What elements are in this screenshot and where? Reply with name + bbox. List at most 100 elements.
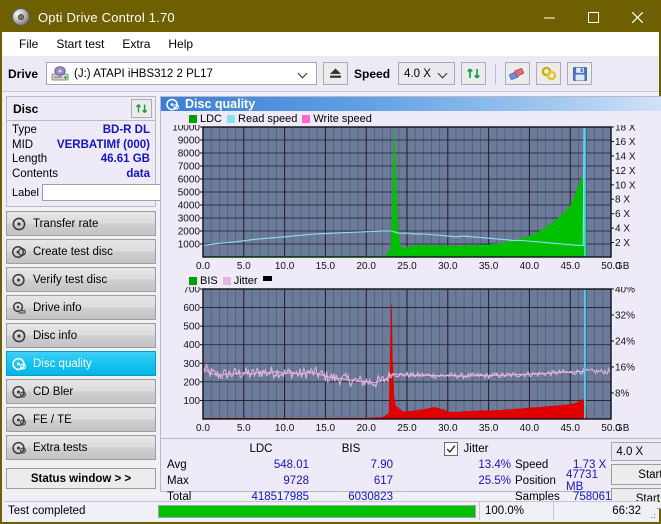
eject-button[interactable] [323, 62, 349, 85]
sidebar-item-transfer-rate[interactable]: Transfer rate [6, 211, 156, 236]
stats-col-ldc: LDC [249, 443, 273, 455]
disc-row-contents: Contents data [12, 167, 150, 182]
disc-row-type: Type BD-R DL [12, 123, 150, 138]
verify-test-disc-icon [12, 273, 25, 286]
speed-select[interactable]: 4.0 X [398, 62, 456, 85]
refresh-icon [135, 103, 147, 113]
svg-text:40.0: 40.0 [520, 423, 540, 434]
svg-text:700: 700 [183, 287, 200, 296]
status-text: Test completed [8, 505, 86, 517]
svg-text:24%: 24% [615, 337, 635, 348]
progress-bar [158, 504, 476, 518]
disc-quality-icon [166, 98, 179, 110]
stats-jitter-column: Jitter 13.4% 25.5% [417, 441, 515, 509]
bis-chart[interactable]: 700 600 500 400 300 200 100 40% 32% 24% 16% 8% 0.0 5.… [163, 287, 661, 435]
disc-quality-icon [12, 357, 26, 370]
stats-col-bis: BIS [341, 443, 361, 455]
svg-text:10 X: 10 X [615, 180, 636, 191]
svg-text:4000: 4000 [178, 201, 201, 212]
stats-position-row: Position 47731 MB [515, 469, 611, 493]
stats-avg-ldc: 548.01 [273, 459, 309, 471]
svg-text:2 X: 2 X [615, 238, 630, 249]
stats-max-jitter: 25.5% [478, 475, 511, 487]
stats-position-value: 47731 MB [566, 469, 598, 493]
svg-text:8000: 8000 [178, 149, 201, 160]
title-bar: Opti Drive Control 1.70 [2, 2, 659, 32]
progress-percent: 100.0% [479, 502, 553, 520]
disc-type-value: BD-R DL [102, 124, 150, 136]
drive-value: (J:) ATAPI iHBS312 2 PL17 [74, 67, 213, 80]
menu-help[interactable]: Help [159, 34, 202, 54]
disc-info-icon [12, 329, 26, 342]
test-speed-select[interactable]: 4.0 X [611, 442, 661, 461]
svg-text:6000: 6000 [178, 175, 201, 186]
tools-button[interactable] [536, 62, 562, 85]
table-row: Max 9728 617 [167, 473, 417, 489]
main-area: Disc quality LDC Read speed Write speed … [160, 92, 661, 509]
svg-text:100: 100 [183, 396, 200, 407]
window-title: Opti Drive Control 1.70 [38, 9, 175, 25]
stats-actions: 4.0 X Start full Start part [611, 441, 661, 509]
drive-select[interactable]: (J:) ATAPI iHBS312 2 PL17 [46, 62, 318, 85]
disc-contents-label: Contents [12, 167, 59, 180]
svg-text:25.0: 25.0 [397, 423, 417, 434]
svg-text:35.0: 35.0 [479, 423, 499, 434]
disc-quality-panel: Disc quality LDC Read speed Write speed … [160, 96, 661, 509]
jitter-toggle[interactable]: Jitter [417, 441, 515, 457]
menu-start-test[interactable]: Start test [47, 34, 113, 54]
sidebar-item-drive-info[interactable]: Drive info [6, 295, 156, 320]
svg-text:9000: 9000 [178, 136, 201, 147]
jitter-checkbox[interactable] [443, 442, 458, 456]
sidebar-item-verify-test-disc[interactable]: Verify test disc [6, 267, 156, 292]
status-bar: Test completed 100.0% 66:32 [4, 501, 657, 520]
minimize-button[interactable] [527, 2, 571, 32]
menu-bar: File Start test Extra Help [2, 32, 659, 56]
sidebar-item-label: Create test disc [33, 245, 113, 258]
erase-button[interactable] [505, 62, 531, 85]
sidebar-item-cd-bler[interactable]: CD Bler [6, 379, 156, 404]
refresh-disc-button[interactable] [131, 99, 152, 118]
sidebar-item-disc-info[interactable]: Disc info [6, 323, 156, 348]
legend-entry-ldc: LDC [189, 113, 222, 125]
close-button[interactable] [615, 2, 659, 32]
ldc-chart[interactable]: 10000 9000 8000 7000 6000 5000 4000 3000 2000 100… [163, 125, 661, 273]
save-button[interactable] [567, 62, 593, 85]
sidebar-item-fe-te[interactable]: FE / TE [6, 407, 156, 432]
menu-extra[interactable]: Extra [113, 34, 159, 54]
legend-swatch-ldc [189, 114, 197, 123]
svg-text:600: 600 [183, 303, 200, 314]
toolbar-separator [495, 63, 497, 84]
stats-max-bis: 617 [373, 475, 393, 487]
drive-info-icon [12, 301, 26, 313]
sidebar-item-label: Extra tests [33, 441, 88, 454]
status-window-button[interactable]: Status window > > [6, 468, 156, 489]
sidebar-item-disc-quality[interactable]: Disc quality [6, 351, 156, 376]
legend-entry-jitter: Jitter [222, 275, 258, 287]
svg-text:10.0: 10.0 [275, 423, 295, 434]
chevron-down-icon [439, 69, 448, 78]
svg-text:35.0: 35.0 [479, 261, 499, 272]
sidebar-item-extra-tests[interactable]: Extra tests [6, 435, 156, 460]
resize-grip-icon[interactable] [646, 509, 656, 519]
svg-text:16 X: 16 X [615, 137, 636, 148]
legend-swatch-write-speed [302, 114, 311, 123]
legend-swatch-extra [262, 276, 272, 281]
maximize-button[interactable] [571, 2, 615, 32]
check-icon [446, 445, 455, 454]
fe-te-icon [12, 413, 26, 426]
progress-fill [159, 505, 475, 517]
start-full-button[interactable]: Start full [611, 464, 661, 485]
eraser-icon [509, 67, 524, 80]
menu-file[interactable]: File [10, 34, 47, 54]
refresh-button[interactable] [461, 62, 487, 85]
disc-contents-value: data [126, 167, 150, 180]
app-disc-icon [12, 8, 30, 26]
transfer-rate-icon [12, 217, 26, 230]
disc-info-panel: Disc Type BD-R DL MID VERBATIMf (000) Le… [6, 96, 244, 207]
sidebar-item-create-test-disc[interactable]: Create test disc [6, 239, 156, 264]
svg-text:6 X: 6 X [615, 209, 630, 220]
app-window: Opti Drive Control 1.70 File Start test … [0, 0, 661, 524]
svg-text:32%: 32% [615, 311, 635, 322]
stats-row-label: Max [167, 475, 189, 487]
svg-text:3000: 3000 [178, 214, 201, 225]
